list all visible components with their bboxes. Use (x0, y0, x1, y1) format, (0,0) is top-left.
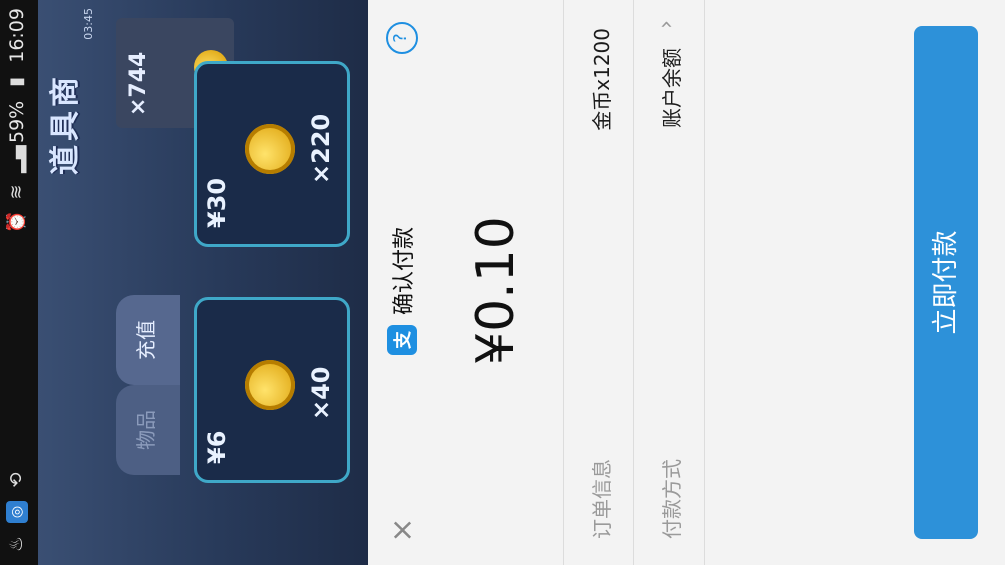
notification-icon: ♨ (6, 535, 27, 553)
recharge-grid: ¥30 ×220 ¥6 ×40 (186, 0, 368, 565)
screen: ♨ ◎ ⟲ ⏰ ≋ ▂▄ 59% ▮ 16:09 道具商 03:45 ×744 … (0, 0, 1005, 565)
recharge-card[interactable]: ¥6 ×40 (194, 297, 350, 483)
status-right-group: ⏰ ≋ ▂▄ 59% ▮ 16:09 (6, 8, 28, 233)
chevron-right-icon: › (654, 20, 679, 29)
order-info-label: 订单信息 (590, 459, 614, 539)
alarm-icon: ⏰ (6, 210, 27, 233)
status-time: 16:09 (6, 8, 28, 63)
status-bar: ♨ ◎ ⟲ ⏰ ≋ ▂▄ 59% ▮ 16:09 (0, 0, 38, 565)
card-price: ¥6 (203, 430, 231, 464)
status-left-group: ♨ ◎ ⟲ (6, 469, 28, 555)
shop-tabs: 物品 充值 (116, 295, 180, 475)
pay-now-button[interactable]: 立即付款 (914, 26, 978, 539)
payment-title: 支 确认付款 (386, 227, 418, 355)
payment-sheet: × 支 确认付款 ? ¥0.10 订单信息 金币x1200 付款方式 账户余额 … (368, 0, 1005, 565)
screen-rotate-icon: ⟲ (6, 472, 27, 488)
coin-balance-count: ×744 (126, 51, 151, 116)
game-shop-background: 道具商 03:45 ×744 物品 充值 ¥30 ×220 ¥6 ×40 (38, 0, 368, 565)
battery-percent: 59% (6, 100, 28, 143)
wifi-icon: ≋ (6, 184, 27, 200)
recharge-card[interactable]: ¥30 ×220 (194, 61, 350, 247)
payment-method-value: 账户余额 (660, 48, 684, 128)
card-quantity: ×40 (307, 366, 335, 420)
payment-title-text: 确认付款 (392, 226, 417, 315)
tab-recharge[interactable]: 充值 (116, 295, 180, 385)
card-price: ¥30 (203, 177, 231, 228)
tab-items[interactable]: 物品 (116, 385, 180, 475)
order-info-row: 订单信息 金币x1200 (563, 0, 634, 565)
card-quantity: ×220 (307, 113, 335, 184)
battery-icon: ▮ (6, 76, 27, 87)
payment-header: × 支 确认付款 ? (368, 0, 440, 565)
payment-method-row[interactable]: 付款方式 账户余额 › (633, 0, 705, 565)
signal-icon: ▂▄ (6, 145, 27, 173)
payment-method-label: 付款方式 (660, 459, 684, 539)
help-icon[interactable]: ? (386, 22, 418, 54)
coin-icon (245, 124, 295, 174)
payment-amount: ¥0.10 (466, 216, 526, 365)
alipay-icon: 支 (387, 325, 417, 355)
close-icon[interactable]: × (385, 513, 420, 547)
game-timer: 03:45 (82, 8, 95, 40)
app-icon: ◎ (6, 501, 28, 523)
rotated-screen-content: ♨ ◎ ⟲ ⏰ ≋ ▂▄ 59% ▮ 16:09 道具商 03:45 ×744 … (0, 0, 1005, 565)
shop-title: 道具商 (48, 73, 83, 175)
order-info-value: 金币x1200 (590, 28, 614, 131)
coin-icon (245, 360, 295, 410)
